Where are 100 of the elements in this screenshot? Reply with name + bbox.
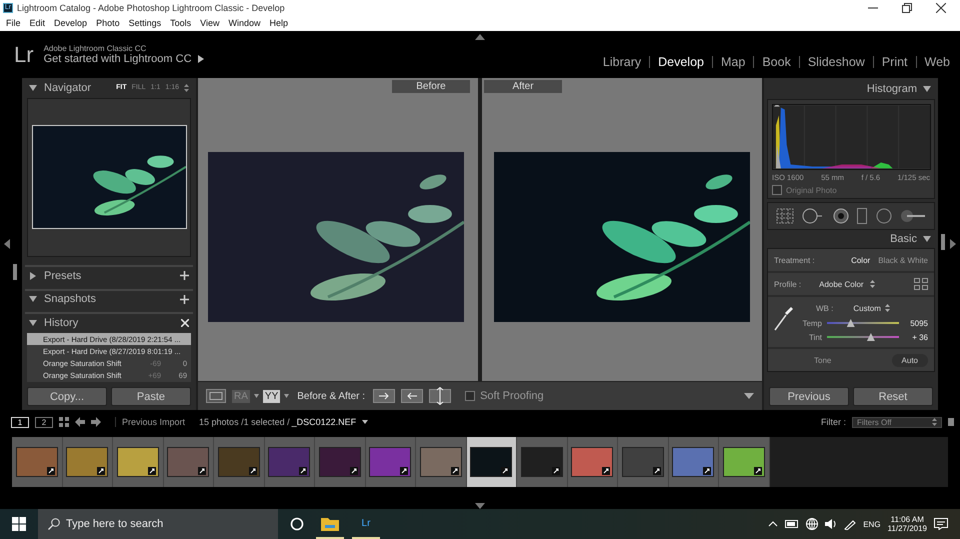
panel-button[interactable]: Copy... [27, 387, 107, 406]
filmstrip-cell[interactable] [164, 437, 214, 487]
add-icon[interactable] [180, 271, 189, 280]
panel-title[interactable]: Histogram [866, 83, 917, 95]
stepper-icon[interactable] [184, 84, 189, 92]
menu-item[interactable]: File [6, 18, 21, 28]
eyedropper-icon[interactable] [774, 305, 794, 331]
restore-icon[interactable] [902, 2, 912, 12]
treatment-option[interactable]: Black & White [878, 256, 928, 264]
filmstrip-cell[interactable] [366, 437, 416, 487]
treatment-option[interactable]: Color [851, 256, 870, 264]
module-tab[interactable]: Develop [658, 54, 704, 68]
filmstrip-cell[interactable] [264, 437, 315, 487]
soft-proofing-label[interactable]: Soft Proofing [480, 390, 544, 402]
forward-arrow-icon[interactable] [91, 417, 101, 427]
filmstrip-cell[interactable] [315, 437, 366, 487]
menu-item[interactable]: Tools [170, 18, 192, 28]
taskbar-app-logo[interactable]: Lr [352, 509, 380, 539]
filled-circle-icon[interactable] [832, 208, 849, 224]
filmstrip-cell[interactable] [12, 437, 62, 487]
panel-title[interactable]: Navigator [44, 82, 92, 94]
filmstrip-cell[interactable] [618, 437, 668, 487]
file-name[interactable]: _DSC0122.NEF [292, 417, 356, 427]
menu-item[interactable]: Help [270, 18, 288, 28]
stepper-icon[interactable] [932, 418, 937, 426]
grid-icon[interactable] [776, 208, 794, 224]
filmstrip-cell[interactable] [719, 437, 770, 487]
play-arrow-icon[interactable] [198, 55, 204, 63]
battery-icon[interactable] [785, 520, 800, 528]
checkbox[interactable] [465, 391, 476, 401]
slider-thumb[interactable] [846, 319, 855, 327]
module-tab[interactable]: Library [602, 54, 642, 68]
left-panel-arrow-icon[interactable] [4, 239, 10, 249]
panel-button[interactable]: Previous [769, 387, 849, 406]
expand-triangle-icon[interactable] [29, 295, 37, 304]
close-icon[interactable] [936, 2, 946, 12]
expand-triangle-icon[interactable] [29, 319, 37, 328]
grid-icon[interactable] [59, 417, 69, 427]
filmstrip-cell[interactable] [466, 437, 517, 487]
module-tab[interactable]: Web [924, 54, 950, 68]
expand-triangle-icon[interactable] [29, 84, 37, 92]
source-label[interactable]: Previous Import [115, 417, 186, 427]
menu-item[interactable]: Settings [128, 18, 162, 28]
collapse-triangle-icon[interactable] [29, 272, 37, 280]
auto-button[interactable]: Auto [892, 354, 928, 366]
panel-title[interactable]: Presets [44, 270, 82, 282]
rectangle-icon[interactable] [857, 208, 868, 224]
stepper-icon[interactable] [870, 280, 875, 288]
monitor-button[interactable]: 1 [11, 416, 29, 428]
module-tab[interactable]: Book [762, 54, 791, 68]
module-tab[interactable]: Map [721, 54, 746, 68]
filter-dropdown[interactable]: Filters Off [852, 416, 942, 428]
clock-date[interactable]: 11/27/2019 [888, 524, 927, 533]
cortana-circle-icon[interactable] [290, 517, 304, 531]
collapse-arrow-icon[interactable] [475, 503, 485, 509]
menu-item[interactable]: Edit [30, 18, 46, 28]
toolbar-menu-caret-icon[interactable] [744, 393, 754, 399]
stepper-icon[interactable] [884, 304, 890, 312]
filmstrip-cell[interactable] [113, 437, 164, 487]
module-tab[interactable]: Print [882, 54, 908, 68]
filmstrip-cell[interactable] [568, 437, 618, 487]
get-started-link[interactable]: Get started with Lightroom CC [44, 53, 192, 65]
speaker-icon[interactable] [825, 518, 838, 530]
view-mode-button[interactable]: YY [262, 390, 280, 402]
panel-title[interactable]: Basic [890, 233, 917, 245]
module-tab[interactable]: Slideshow [808, 54, 865, 68]
panel-button[interactable]: Reset [853, 387, 933, 406]
menu-item[interactable]: View [200, 18, 220, 28]
profile-browser-icon[interactable] [914, 278, 928, 290]
slider-icon[interactable] [900, 208, 926, 224]
chevron-up-icon[interactable] [768, 521, 778, 527]
slider-value[interactable]: 5095 [904, 318, 928, 328]
collapse-arrow-icon[interactable] [475, 34, 485, 40]
clear-icon[interactable] [181, 319, 189, 328]
globe-icon[interactable] [806, 518, 818, 530]
filmstrip-cell[interactable] [517, 437, 568, 487]
clock-time[interactable]: 11:06 AM [890, 515, 924, 524]
menu-item[interactable]: Window [228, 18, 261, 28]
vertical-arrows-icon[interactable] [429, 387, 452, 405]
expand-triangle-icon[interactable] [923, 235, 931, 243]
filmstrip-cell[interactable] [416, 437, 466, 487]
right-panel-arrow-icon[interactable] [950, 239, 956, 249]
dropdown-caret-icon[interactable] [362, 420, 368, 424]
notification-icon[interactable] [934, 518, 948, 530]
search-field[interactable]: Type here to search [38, 509, 278, 539]
menu-item[interactable]: Develop [54, 18, 88, 28]
back-arrow-icon[interactable] [75, 417, 85, 427]
circle-icon[interactable] [876, 208, 892, 224]
circle-arrow-icon[interactable] [802, 208, 824, 224]
panel-button[interactable]: Paste [111, 387, 191, 406]
filmstrip-cell[interactable] [214, 437, 264, 487]
menu-item[interactable]: Photo [96, 18, 120, 28]
monitor-button[interactable]: 2 [35, 416, 53, 428]
add-icon[interactable] [180, 294, 189, 304]
windows-start-icon[interactable] [12, 517, 26, 531]
pen-icon[interactable] [844, 518, 856, 530]
slider-value[interactable]: + 36 [904, 332, 928, 342]
filmstrip-cell[interactable] [668, 437, 719, 487]
panel-title[interactable]: History [44, 317, 78, 330]
swap-arrows-icon[interactable] [373, 389, 396, 403]
